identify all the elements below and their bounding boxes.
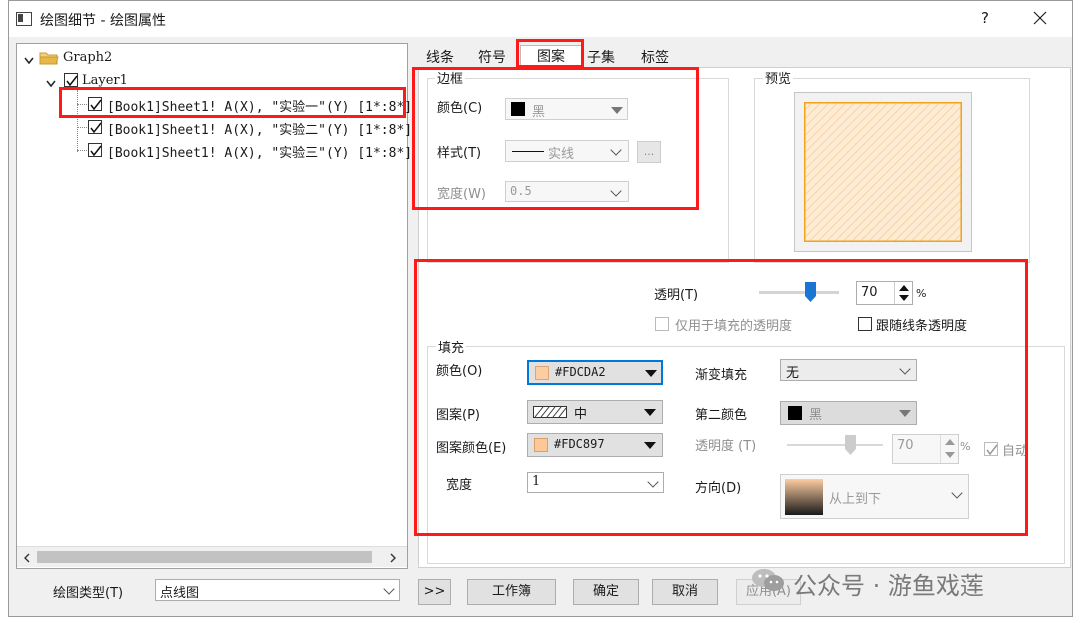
window-title: 绘图细节 - 绘图属性 [40,13,166,29]
cancel-button[interactable]: 取消 [652,579,718,605]
tab-label[interactable]: 标签 [637,47,673,69]
plot-checkbox-3[interactable] [88,143,102,157]
scroll-right-icon[interactable] [389,552,397,567]
tree-connector-h3 [77,150,87,151]
plot-type-label: 绘图类型(T) [53,586,124,601]
expand-button[interactable]: >> [418,579,451,605]
workbook-button[interactable]: 工作簿 [467,579,556,605]
highlight-fill-area [414,259,1028,536]
expand-layer-icon[interactable] [46,77,56,92]
help-button[interactable]: ? [981,9,989,27]
preview-fill [804,102,962,242]
highlight-border-group [412,67,699,210]
layer-checkbox[interactable] [64,73,78,87]
highlight-plot-item [59,87,406,118]
highlight-tab [516,39,584,68]
plot-type-select[interactable]: 点线图 [155,579,400,601]
tree-plot-item-3[interactable]: [Book1]Sheet1! A(X), "实验三"(Y) [1*:8*] [107,142,412,161]
tree-plot-item-2[interactable]: [Book1]Sheet1! A(X), "实验二"(Y) [1*:8*] [107,119,412,138]
scroll-thumb[interactable] [37,551,372,563]
scroll-left-icon[interactable] [23,552,31,567]
wechat-icon [751,567,785,593]
ok-button[interactable]: 确定 [573,579,639,605]
tree-layer[interactable]: Layer1 [82,73,128,88]
plot-checkbox-2[interactable] [88,120,102,134]
app-icon [16,12,32,26]
tree-root-graph[interactable]: Graph2 [63,50,112,65]
folder-icon [39,50,59,65]
expand-graph-icon[interactable] [24,54,34,69]
title-bar: 绘图细节 - 绘图属性 ? [9,1,1072,37]
watermark: 公众号 · 游鱼戏莲 [751,562,1051,600]
plot-type-value: 点线图 [160,586,200,601]
plot-tree[interactable]: Graph2 Layer1 [Book1]Sheet1! A(X), "实验一"… [16,43,412,569]
preview-title: 预览 [763,68,794,87]
chevron-down-icon [383,583,395,595]
tab-subset[interactable]: 子集 [583,47,619,69]
tree-connector-h2 [77,127,87,128]
tree-scrollbar[interactable] [17,546,407,567]
tab-symbol[interactable]: 符号 [474,47,510,69]
close-icon[interactable] [1029,7,1051,29]
preview-canvas [794,92,972,252]
tab-line[interactable]: 线条 [422,47,458,69]
dialog-window: 绘图细节 - 绘图属性 ? Graph2 Layer1 [Book1]Sheet… [8,0,1073,617]
watermark-text: 公众号 · 游鱼戏莲 [793,572,984,600]
